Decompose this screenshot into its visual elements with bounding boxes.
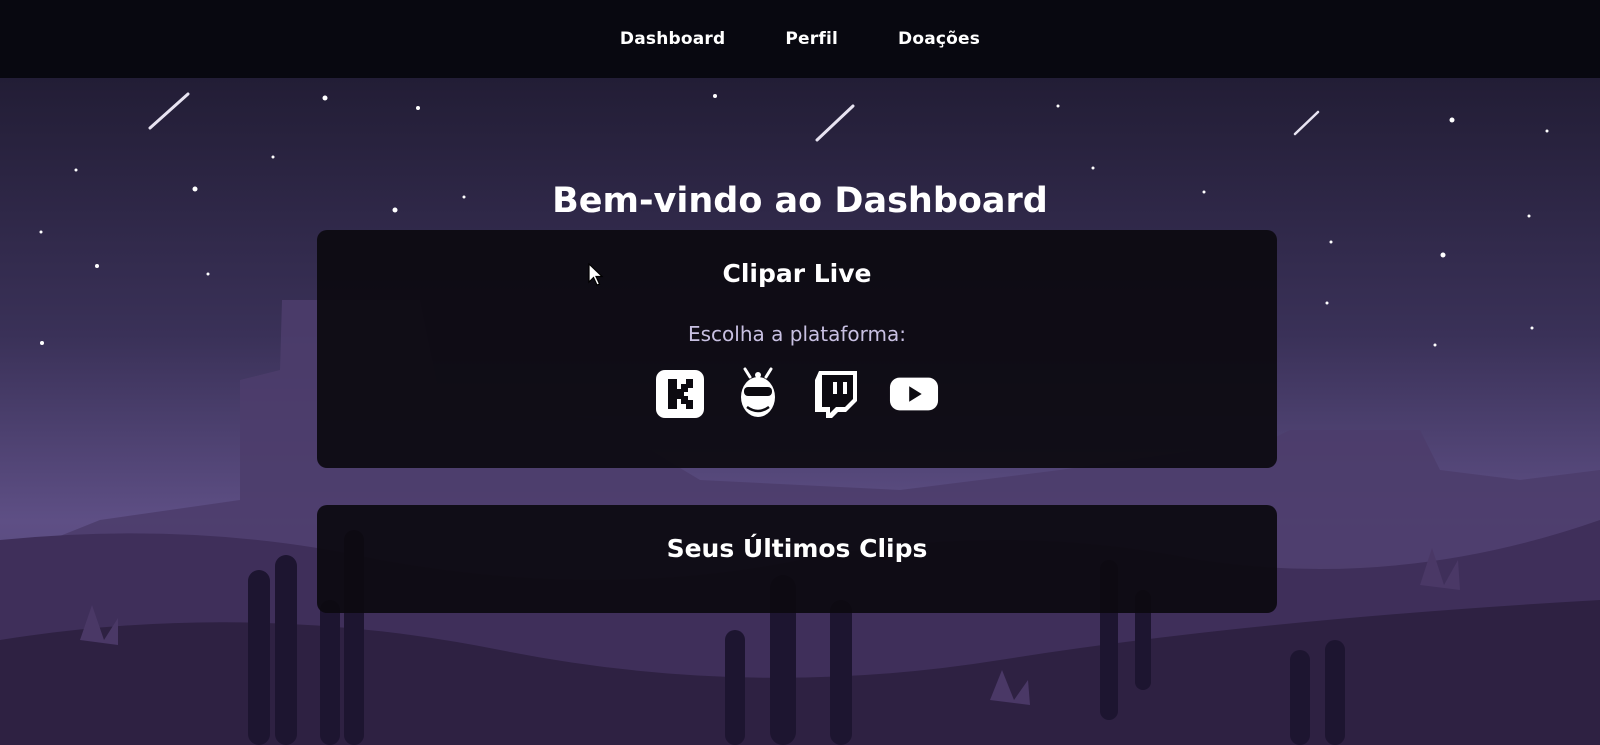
kick-icon [656,370,704,418]
platform-list [317,367,1277,421]
twitch-button[interactable] [811,367,861,421]
platform-prompt: Escolha a plataforma: [688,322,906,346]
recent-clips-title: Seus Últimos Clips [666,534,928,563]
mascot-icon [741,367,775,417]
top-navbar: Dashboard Perfil Doações [0,0,1600,78]
mouse-cursor-icon [588,263,604,286]
nav-perfil-link[interactable]: Perfil [785,29,838,49]
nav-doacoes-link[interactable]: Doações [898,29,980,49]
youtube-button[interactable] [889,367,939,421]
twitch-icon [815,371,857,418]
clip-live-card: Clipar Live Escolha a plataforma: [317,230,1277,468]
clip-live-title: Clipar Live [722,259,872,288]
mascot-button[interactable] [733,367,783,421]
nav-dashboard-link[interactable]: Dashboard [620,29,725,49]
recent-clips-card: Seus Últimos Clips [317,505,1277,613]
kick-button[interactable] [655,367,705,421]
page-title: Bem-vindo ao Dashboard [552,181,1048,221]
youtube-icon [889,377,939,411]
